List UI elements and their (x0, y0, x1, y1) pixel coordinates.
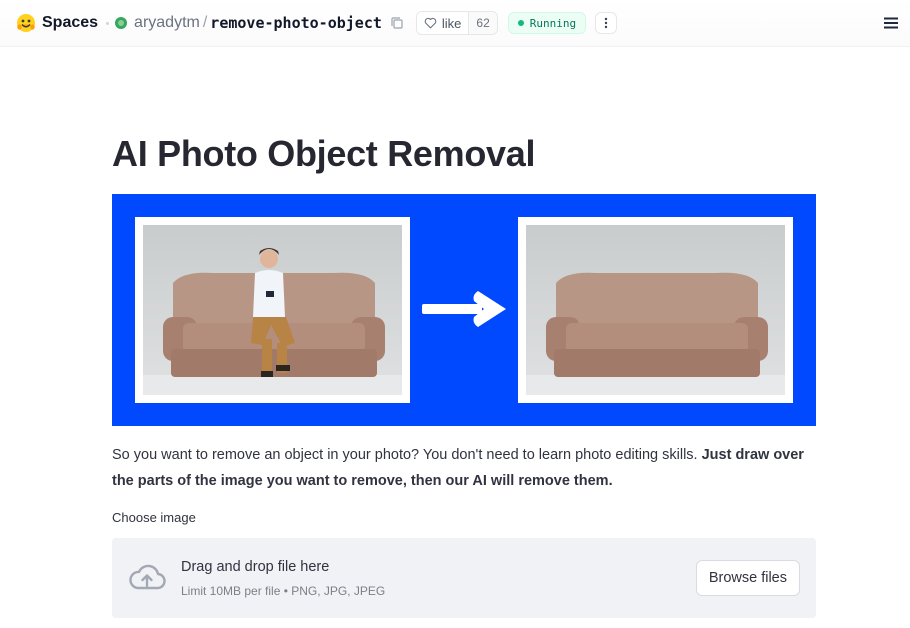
main-content: AI Photo Object Removal So you want to r… (112, 47, 816, 618)
drop-limit: Limit 10MB per file • PNG, JPG, JPEG (181, 584, 386, 598)
breadcrumb-separator (106, 21, 110, 25)
heart-icon (424, 17, 437, 29)
description-plain: So you want to remove an object in your … (112, 447, 702, 463)
owner-avatar[interactable] (115, 17, 128, 29)
cloud-upload-icon (129, 564, 166, 590)
owner-link[interactable]: aryadytm (134, 14, 200, 32)
browse-files-button[interactable]: Browse files (695, 560, 800, 596)
after-photo (518, 217, 793, 403)
path-separator: / (202, 14, 208, 31)
hero-banner-image (112, 194, 816, 426)
hugging-face-logo-icon[interactable] (16, 13, 36, 33)
like-label: like (441, 15, 462, 31)
hamburger-icon (884, 17, 898, 29)
spaces-link[interactable]: Spaces (42, 14, 98, 32)
page-title: AI Photo Object Removal (112, 133, 536, 174)
right-arrow-icon (422, 291, 506, 327)
status-text: Running (529, 16, 577, 30)
dropzone-instructions: Drag and drop file here Limit 10MB per f… (181, 558, 385, 598)
file-dropzone[interactable]: Drag and drop file here Limit 10MB per f… (112, 538, 816, 618)
vertical-dots-icon (604, 17, 608, 29)
status-dot (517, 20, 524, 26)
like-group: like 62 (415, 11, 498, 35)
more-options-button[interactable] (595, 12, 618, 34)
top-bar: Spaces aryadytm / remove-photo-object li… (0, 0, 910, 47)
before-photo (135, 217, 410, 403)
drop-title: Drag and drop file here (181, 559, 330, 575)
description-text: So you want to remove an object in your … (112, 442, 816, 494)
copy-icon[interactable] (390, 16, 404, 30)
status-badge: Running (507, 12, 587, 34)
repo-name-link[interactable]: remove-photo-object (210, 14, 382, 32)
hamburger-menu-button[interactable] (882, 14, 900, 32)
choose-image-label: Choose image (112, 510, 196, 525)
like-count[interactable]: 62 (468, 12, 497, 34)
like-button[interactable]: like (416, 12, 469, 34)
